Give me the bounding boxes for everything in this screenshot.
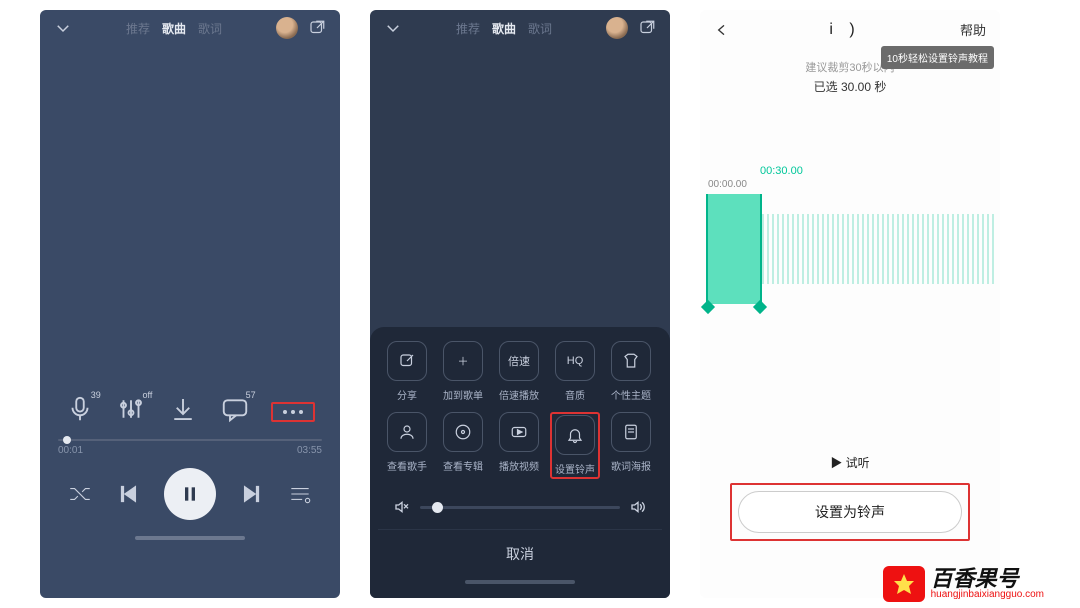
sheet-artist[interactable]: 查看歌手 <box>382 412 432 479</box>
sheet-set-ringtone-highlight[interactable]: 设置铃声 <box>550 412 600 479</box>
next-icon[interactable] <box>238 481 264 507</box>
collapse-icon[interactable] <box>384 19 402 37</box>
tab-lyrics[interactable]: 歌词 <box>528 20 552 37</box>
sheet-add-playlist[interactable]: ＋加到歌单 <box>438 341 488 402</box>
video-icon <box>510 423 528 441</box>
mic-badge: 39 <box>91 390 101 400</box>
share-icon[interactable] <box>638 19 656 37</box>
player-tabs: 推荐 歌曲 歌词 <box>82 20 266 37</box>
download-button[interactable] <box>168 394 198 429</box>
mic-button[interactable]: 39 <box>65 394 95 429</box>
progress-area: 00:01 03:55 <box>40 433 340 458</box>
action-sheet: 分享 ＋加到歌单 倍速倍速播放 HQ音质 个性主题 播放器 查看歌手 查看专辑 … <box>370 327 670 598</box>
bell-icon <box>566 426 584 444</box>
sheet-row-1: 分享 ＋加到歌单 倍速倍速播放 HQ音质 个性主题 播放器 <box>378 341 662 412</box>
sheet-cancel[interactable]: 取消 <box>378 529 662 580</box>
tab-song[interactable]: 歌曲 <box>492 20 516 37</box>
trim-handle-left[interactable] <box>701 300 715 314</box>
pause-button[interactable] <box>164 468 216 520</box>
player-topbar: 推荐 歌曲 歌词 <box>40 10 340 46</box>
album-art-area <box>40 46 340 386</box>
help-link[interactable]: 帮助 <box>960 20 986 39</box>
back-icon[interactable] <box>714 22 730 38</box>
comment-badge: 57 <box>246 390 256 400</box>
volume-icon[interactable] <box>630 499 646 515</box>
mute-icon[interactable] <box>394 499 410 515</box>
time-current: 00:01 <box>58 445 83 456</box>
share-box-icon <box>398 352 416 370</box>
eq-button[interactable]: off <box>116 394 146 429</box>
volume-row <box>378 489 662 529</box>
player-topbar: 推荐 歌曲 歌词 <box>370 10 670 46</box>
person-icon <box>398 423 416 441</box>
album-art-area <box>370 46 670 306</box>
more-button-highlight[interactable] <box>271 402 315 422</box>
speed-icon: 倍速 <box>499 341 539 381</box>
trim-title: i ) <box>829 21 860 39</box>
poster-icon <box>622 423 640 441</box>
avatar[interactable] <box>276 17 298 39</box>
sheet-video[interactable]: 播放视频 <box>494 412 544 479</box>
share-icon[interactable] <box>308 19 326 37</box>
more-dot <box>291 410 295 414</box>
album-icon <box>454 423 472 441</box>
preview-button[interactable]: ▶ 试听 <box>700 454 1000 471</box>
eq-badge: off <box>143 390 153 400</box>
prev-icon[interactable] <box>116 481 142 507</box>
action-row: 39 off 57 <box>40 386 340 433</box>
sheet-album[interactable]: 查看专辑 <box>438 412 488 479</box>
tab-recommend[interactable]: 推荐 <box>456 20 480 37</box>
time-total: 03:55 <box>297 445 322 456</box>
watermark-logo <box>883 566 925 602</box>
home-indicator <box>465 580 575 584</box>
pause-icon <box>180 484 200 504</box>
comment-button[interactable]: 57 <box>220 394 250 429</box>
screen-player: 推荐 歌曲 歌词 39 off 57 00:0 <box>40 10 340 598</box>
sheet-row-2: 查看歌手 查看专辑 播放视频 设置铃声 歌词海报 驾驶 <box>378 412 662 489</box>
trim-end-time: 00:30.00 <box>760 165 1000 177</box>
waveform[interactable] <box>706 194 994 304</box>
screen-ringtone-trim: i ) 帮助 10秒轻松设置铃声教程 建议裁剪30秒以内 已选 30.00 秒 … <box>700 10 1000 598</box>
trim-start-time: 00:00.00 <box>708 179 1000 190</box>
sheet-quality[interactable]: HQ音质 <box>550 341 600 402</box>
playlist-icon[interactable] <box>287 481 313 507</box>
watermark-url: huangjinbaixiangguo.com <box>931 590 1044 600</box>
watermark: 百香果号 huangjinbaixiangguo.com <box>883 566 1044 602</box>
tab-lyrics[interactable]: 歌词 <box>198 20 222 37</box>
more-dot <box>299 410 303 414</box>
tooltip-badge[interactable]: 10秒轻松设置铃声教程 <box>881 46 994 69</box>
shuffle-icon[interactable] <box>67 481 93 507</box>
watermark-name: 百香果号 <box>931 568 1044 590</box>
set-ringtone-button[interactable]: 设置为铃声 <box>738 491 962 533</box>
progress-knob[interactable] <box>63 436 71 444</box>
waveform-rest <box>762 214 994 284</box>
volume-slider[interactable] <box>420 506 620 509</box>
screen-actionsheet: 推荐 歌曲 歌词 分享 ＋加到歌单 倍速倍速播放 HQ音质 个性主题 播放器 查… <box>370 10 670 598</box>
sheet-speed[interactable]: 倍速倍速播放 <box>494 341 544 402</box>
progress-bar[interactable] <box>58 439 322 441</box>
tab-recommend[interactable]: 推荐 <box>126 20 150 37</box>
avatar[interactable] <box>606 17 628 39</box>
volume-knob[interactable] <box>432 502 443 513</box>
playback-controls <box>40 458 340 536</box>
star-icon <box>890 572 918 596</box>
trim-selected-duration: 已选 30.00 秒 <box>700 78 1000 95</box>
more-dot <box>283 410 287 414</box>
trim-topbar: i ) 帮助 <box>700 10 1000 49</box>
tab-song[interactable]: 歌曲 <box>162 20 186 37</box>
sheet-share[interactable]: 分享 <box>382 341 432 402</box>
trim-handle-right[interactable] <box>753 300 767 314</box>
player-tabs: 推荐 歌曲 歌词 <box>412 20 596 37</box>
download-icon <box>168 394 198 424</box>
tshirt-icon <box>622 352 640 370</box>
waveform-selection[interactable] <box>706 194 762 304</box>
set-ringtone-highlight: 设置为铃声 <box>730 483 970 541</box>
collapse-icon[interactable] <box>54 19 72 37</box>
plus-icon: ＋ <box>443 341 483 381</box>
sheet-lyric-poster[interactable]: 歌词海报 <box>606 412 656 479</box>
home-indicator <box>135 536 245 540</box>
hq-icon: HQ <box>555 341 595 381</box>
sheet-theme[interactable]: 个性主题 <box>606 341 656 402</box>
